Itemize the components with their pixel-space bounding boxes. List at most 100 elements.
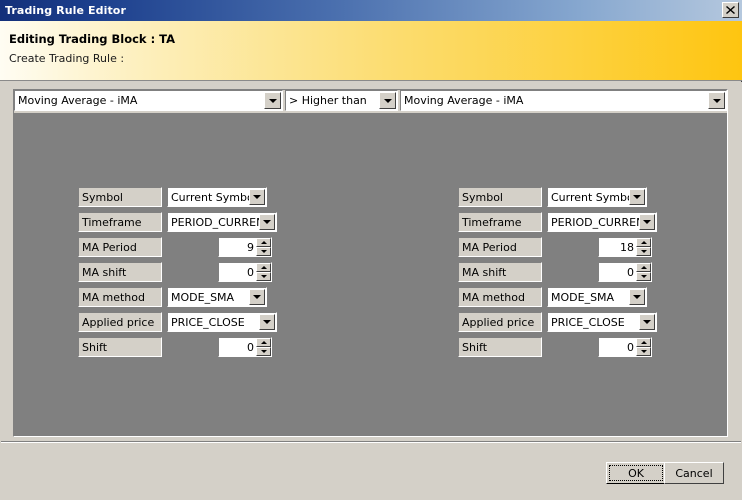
param-value: 9 [247, 240, 254, 254]
param-row: Timeframe PERIOD_CURRENT [78, 212, 277, 232]
param-value: MODE_SMA [171, 290, 235, 304]
cancel-button[interactable]: Cancel [664, 462, 724, 484]
param-combo-symbol[interactable]: Current Symbol [547, 187, 647, 207]
param-combo-timeframe[interactable]: PERIOD_CURRENT [547, 212, 657, 232]
chevron-down-icon[interactable] [379, 92, 396, 109]
spinner-down-icon[interactable] [636, 347, 651, 356]
chevron-down-icon[interactable] [249, 289, 265, 305]
header-banner: Editing Trading Block : TA Create Tradin… [0, 21, 742, 81]
window-title: Trading Rule Editor [5, 4, 126, 17]
dialog-body: Moving Average - iMA > Higher than Movin… [0, 82, 742, 500]
rule-selector-row: Moving Average - iMA > Higher than Movin… [14, 90, 727, 111]
param-spinner-shift[interactable]: 0 [218, 337, 272, 357]
chevron-down-icon[interactable] [249, 189, 265, 205]
param-combo-applied-price[interactable]: PRICE_CLOSE [167, 312, 277, 332]
left-indicator-value: Moving Average - iMA [18, 94, 138, 107]
param-row: MA method MODE_SMA [78, 287, 267, 307]
spinner-buttons [636, 238, 651, 256]
param-value: 0 [627, 265, 634, 279]
param-value: PERIOD_CURRENT [551, 215, 639, 229]
param-row: Symbol Current Symbol [78, 187, 267, 207]
rule-client-frame: Moving Average - iMA > Higher than Movin… [13, 89, 728, 437]
param-label: Applied price [458, 312, 542, 332]
param-spinner-ma-period[interactable]: 18 [598, 237, 652, 257]
param-label: MA Period [78, 237, 162, 257]
param-value: Current Symbol [171, 190, 249, 204]
param-label: MA Period [458, 237, 542, 257]
param-spinner-ma-shift[interactable]: 0 [598, 262, 652, 282]
operator-value: > Higher than [289, 94, 367, 107]
spinner-down-icon[interactable] [256, 272, 271, 281]
spinner-buttons [256, 338, 271, 356]
spinner-buttons [256, 263, 271, 281]
param-value: MODE_SMA [551, 290, 615, 304]
footer-separator [1, 441, 741, 443]
spinner-up-icon[interactable] [636, 238, 651, 247]
param-row: Shift 0 [78, 337, 272, 357]
param-combo-symbol[interactable]: Current Symbol [167, 187, 267, 207]
spinner-down-icon[interactable] [636, 272, 651, 281]
left-indicator-combo[interactable]: Moving Average - iMA [14, 90, 283, 111]
chevron-down-icon[interactable] [629, 289, 645, 305]
param-row: Shift 0 [458, 337, 652, 357]
param-row: MA shift 0 [78, 262, 272, 282]
close-icon [726, 6, 735, 14]
chevron-down-icon[interactable] [639, 314, 655, 330]
spinner-down-icon[interactable] [636, 247, 651, 256]
chevron-down-icon[interactable] [264, 92, 281, 109]
ok-button[interactable]: OK [606, 462, 666, 484]
param-row: Applied price PRICE_CLOSE [458, 312, 657, 332]
trading-rule-editor-window: Trading Rule Editor Editing Trading Bloc… [0, 0, 742, 500]
param-label: Applied price [78, 312, 162, 332]
param-spinner-shift[interactable]: 0 [598, 337, 652, 357]
param-value: 0 [247, 340, 254, 354]
spinner-down-icon[interactable] [256, 347, 271, 356]
close-button[interactable] [722, 2, 739, 18]
spinner-up-icon[interactable] [256, 338, 271, 347]
right-indicator-value: Moving Average - iMA [404, 94, 524, 107]
title-bar[interactable]: Trading Rule Editor [0, 0, 742, 21]
param-combo-timeframe[interactable]: PERIOD_CURRENT [167, 212, 277, 232]
param-spinner-ma-period[interactable]: 9 [218, 237, 272, 257]
param-value: PERIOD_CURRENT [171, 215, 259, 229]
param-label: Symbol [458, 187, 542, 207]
parameters-panel: Symbol Current Symbol Timeframe PERIOD_CURR… [14, 113, 727, 436]
param-label: MA shift [458, 262, 542, 282]
spinner-down-icon[interactable] [256, 247, 271, 256]
spinner-buttons [256, 238, 271, 256]
right-indicator-combo[interactable]: Moving Average - iMA [400, 90, 727, 111]
param-spinner-ma-shift[interactable]: 0 [218, 262, 272, 282]
param-combo-ma-method[interactable]: MODE_SMA [167, 287, 267, 307]
param-label: MA method [458, 287, 542, 307]
chevron-down-icon[interactable] [259, 214, 275, 230]
param-row: MA Period 18 [458, 237, 652, 257]
spinner-up-icon[interactable] [256, 263, 271, 272]
param-label: Shift [78, 337, 162, 357]
param-value: Current Symbol [551, 190, 629, 204]
chevron-down-icon[interactable] [629, 189, 645, 205]
spinner-up-icon[interactable] [256, 238, 271, 247]
operator-combo[interactable]: > Higher than [285, 90, 398, 111]
param-combo-applied-price[interactable]: PRICE_CLOSE [547, 312, 657, 332]
chevron-down-icon[interactable] [639, 214, 655, 230]
chevron-down-icon[interactable] [708, 92, 725, 109]
spinner-up-icon[interactable] [636, 263, 651, 272]
param-row: Symbol Current Symbol [458, 187, 647, 207]
param-value: PRICE_CLOSE [551, 315, 625, 329]
spinner-up-icon[interactable] [636, 338, 651, 347]
param-label: MA method [78, 287, 162, 307]
spinner-buttons [636, 338, 651, 356]
page-subtitle: Create Trading Rule : [9, 52, 125, 65]
param-label: Timeframe [458, 212, 542, 232]
param-value: 0 [247, 265, 254, 279]
param-value: PRICE_CLOSE [171, 315, 245, 329]
ok-button-label: OK [609, 465, 663, 481]
param-label: Timeframe [78, 212, 162, 232]
chevron-down-icon[interactable] [259, 314, 275, 330]
param-label: Symbol [78, 187, 162, 207]
param-combo-ma-method[interactable]: MODE_SMA [547, 287, 647, 307]
page-title: Editing Trading Block : TA [9, 32, 176, 46]
param-label: MA shift [78, 262, 162, 282]
param-label: Shift [458, 337, 542, 357]
cancel-button-label: Cancel [675, 466, 713, 480]
